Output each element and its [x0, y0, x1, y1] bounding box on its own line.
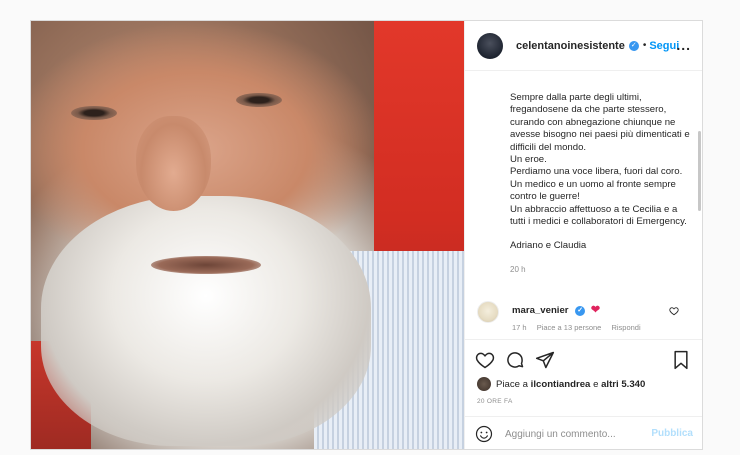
photo-eye-right	[236, 93, 282, 107]
action-icons	[473, 348, 557, 372]
comment-reply-button[interactable]: Rispondi	[611, 323, 640, 332]
post-actions: Piace a ilcontiandrea e altri 5.340 20 O…	[465, 339, 702, 449]
caption-scrollbar[interactable]	[698, 131, 701, 211]
add-comment-bar: Pubblica	[465, 416, 702, 449]
likes-others[interactable]: altri 5.340	[601, 379, 645, 390]
likes-prefix: Piace a	[496, 378, 528, 390]
caption-time[interactable]: 20 h	[510, 264, 690, 276]
liker-avatar[interactable]	[477, 377, 491, 391]
comment-likes[interactable]: Piace a 13 persone	[537, 323, 602, 332]
caption-text: Sempre dalla parte degli ultimi, fregand…	[510, 92, 690, 276]
post-side-panel: celentanoinesistente ✓ • Segui ... Sempr…	[464, 21, 702, 449]
comment-like-heart-icon[interactable]	[669, 306, 679, 316]
more-options-icon[interactable]: ...	[676, 37, 691, 53]
author-avatar[interactable]	[477, 32, 503, 59]
photo-beard	[41, 196, 371, 446]
commenter-avatar[interactable]	[477, 301, 499, 323]
publish-button[interactable]: Pubblica	[651, 428, 693, 439]
verified-badge-icon: ✓	[628, 40, 639, 51]
share-icon[interactable]	[533, 348, 557, 372]
red-heart-emoji: ❤	[590, 304, 601, 316]
verified-badge-icon: ✓	[575, 306, 586, 316]
caption-line: Un abbraccio affettuoso a te Cecilia e a…	[510, 203, 687, 228]
posted-time[interactable]: 20 ORE FA	[477, 398, 513, 405]
separator-dot: •	[642, 40, 647, 51]
commenter-username[interactable]: mara_venier	[512, 305, 569, 316]
photo-nose	[136, 116, 211, 211]
likes-summary: Piace a ilcontiandrea e altri 5.340	[477, 377, 645, 391]
caption-line: Un medico e un uomo al fronte sempre con…	[510, 178, 676, 203]
author-username[interactable]: celentanoinesistente	[516, 40, 625, 52]
post-card: celentanoinesistente ✓ • Segui ... Sempr…	[30, 20, 703, 450]
heart-icon[interactable]	[473, 348, 497, 372]
comment-item: mara_venier ✓ ❤ 17 h Piace a 13 persone …	[465, 299, 702, 339]
emoji-icon[interactable]	[475, 425, 493, 443]
caption-line: Un eroe.	[510, 154, 547, 166]
likes-mid: e	[593, 378, 599, 390]
comment-icon[interactable]	[503, 348, 527, 372]
photo-mouth	[151, 256, 261, 274]
comment-time[interactable]: 17 h	[512, 323, 527, 332]
photo-eye-left	[71, 106, 117, 120]
likes-user[interactable]: ilcontiandrea	[531, 379, 591, 390]
follow-button[interactable]: Segui	[649, 40, 679, 52]
comment-meta: 17 h Piace a 13 persone Rispondi	[512, 323, 649, 332]
caption-signoff: Adriano e Claudia	[510, 240, 587, 252]
bookmark-icon[interactable]	[669, 348, 693, 372]
comment-input[interactable]	[505, 425, 645, 443]
caption-line: Perdiamo una voce libera, fuori dal coro…	[510, 166, 683, 178]
post-photo[interactable]	[31, 21, 464, 449]
comment-header: mara_venier ✓ ❤	[512, 303, 600, 316]
caption-line: Sempre dalla parte degli ultimi, fregand…	[510, 92, 690, 153]
post-header: celentanoinesistente ✓ • Segui ...	[465, 21, 702, 71]
